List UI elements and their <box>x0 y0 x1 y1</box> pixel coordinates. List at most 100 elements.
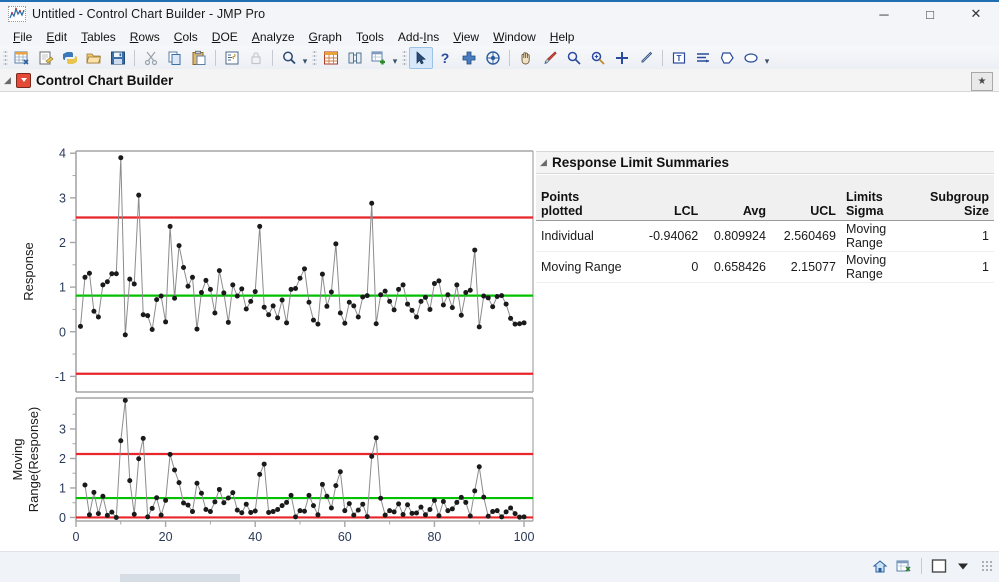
data-point[interactable] <box>190 509 195 514</box>
data-point[interactable] <box>320 272 325 277</box>
data-point[interactable] <box>360 502 365 507</box>
data-point[interactable] <box>275 507 280 512</box>
data-point[interactable] <box>522 320 527 325</box>
save-icon[interactable] <box>106 47 130 69</box>
data-point[interactable] <box>118 155 123 160</box>
columns-icon[interactable] <box>343 47 367 69</box>
data-point[interactable] <box>369 201 374 206</box>
data-point[interactable] <box>159 294 164 299</box>
data-point[interactable] <box>96 511 101 516</box>
data-point[interactable] <box>374 321 379 326</box>
data-point[interactable] <box>468 288 473 293</box>
data-point[interactable] <box>396 287 401 292</box>
data-point[interactable] <box>396 501 401 506</box>
toolbar-overflow-1[interactable]: ▾ <box>301 47 309 69</box>
data-point[interactable] <box>414 511 419 516</box>
data-point[interactable] <box>454 282 459 287</box>
data-point[interactable] <box>513 511 518 516</box>
data-point[interactable] <box>356 508 361 513</box>
data-point[interactable] <box>302 266 307 271</box>
data-point[interactable] <box>320 482 325 487</box>
data-point[interactable] <box>271 509 276 514</box>
home-icon[interactable] <box>870 557 890 575</box>
data-point[interactable] <box>347 300 352 305</box>
resize-grip[interactable] <box>981 560 993 572</box>
data-point[interactable] <box>383 289 388 294</box>
data-point[interactable] <box>338 311 343 316</box>
data-point[interactable] <box>172 467 177 472</box>
brush-select-icon[interactable] <box>481 47 505 69</box>
crosshairs-plus-icon[interactable] <box>610 47 634 69</box>
data-point[interactable] <box>356 315 361 320</box>
menu-tables[interactable]: Tables <box>74 29 123 45</box>
data-point[interactable] <box>513 322 518 327</box>
data-point[interactable] <box>154 495 159 500</box>
data-point[interactable] <box>383 513 388 518</box>
data-point[interactable] <box>190 275 195 280</box>
menu-addins[interactable]: Add-Ins <box>391 29 446 45</box>
data-point[interactable] <box>369 454 374 459</box>
data-point[interactable] <box>472 248 477 253</box>
data-point[interactable] <box>208 509 213 514</box>
data-point[interactable] <box>203 507 208 512</box>
data-point[interactable] <box>378 292 383 297</box>
data-point[interactable] <box>199 290 204 295</box>
data-point[interactable] <box>436 278 441 283</box>
data-point[interactable] <box>226 320 231 325</box>
data-point[interactable] <box>141 436 146 441</box>
data-point[interactable] <box>186 284 191 289</box>
data-point[interactable] <box>418 299 423 304</box>
crosshair-icon[interactable] <box>457 47 481 69</box>
grabber-hand-icon[interactable] <box>514 47 538 69</box>
data-point[interactable] <box>311 503 316 508</box>
data-point[interactable] <box>150 506 155 511</box>
data-point[interactable] <box>82 275 87 280</box>
new-data-table-icon[interactable] <box>10 47 34 69</box>
lines-icon[interactable] <box>691 47 715 69</box>
data-point[interactable] <box>127 478 132 483</box>
data-point[interactable] <box>486 514 491 519</box>
data-point[interactable] <box>495 508 500 513</box>
data-point[interactable] <box>132 512 137 517</box>
data-point[interactable] <box>109 510 114 515</box>
data-point[interactable] <box>504 509 509 514</box>
data-point[interactable] <box>427 507 432 512</box>
data-point[interactable] <box>262 462 267 467</box>
data-point[interactable] <box>459 313 464 318</box>
outline-triangle-icon[interactable]: ◢ <box>4 76 16 85</box>
data-point[interactable] <box>324 494 329 499</box>
data-point[interactable] <box>441 302 446 307</box>
dropdown-arrow-icon[interactable] <box>953 557 973 575</box>
data-point[interactable] <box>490 304 495 309</box>
data-point[interactable] <box>472 488 477 493</box>
text-annotate-icon[interactable]: T <box>667 47 691 69</box>
data-point[interactable] <box>432 281 437 286</box>
data-point[interactable] <box>235 294 240 299</box>
data-point[interactable] <box>177 243 182 248</box>
moving-range-chart[interactable]: 0123020406080100 <box>59 398 534 544</box>
data-point[interactable] <box>87 271 92 276</box>
data-point[interactable] <box>454 500 459 505</box>
annotate-pencil-icon[interactable] <box>634 47 658 69</box>
menu-help[interactable]: Help <box>543 29 582 45</box>
data-point[interactable] <box>401 512 406 517</box>
data-point[interactable] <box>203 278 208 283</box>
data-point[interactable] <box>405 302 410 307</box>
data-point[interactable] <box>499 514 504 519</box>
data-point[interactable] <box>477 464 482 469</box>
menu-view[interactable]: View <box>446 29 486 45</box>
data-point[interactable] <box>365 514 370 519</box>
open-icon[interactable] <box>82 47 106 69</box>
new-column-icon[interactable] <box>367 47 391 69</box>
data-point[interactable] <box>163 498 168 503</box>
data-point[interactable] <box>87 512 92 517</box>
data-point[interactable] <box>463 290 468 295</box>
data-point[interactable] <box>463 500 468 505</box>
data-point[interactable] <box>136 193 141 198</box>
table-row[interactable]: Individual-0.940620.8099242.560469Moving… <box>536 221 994 252</box>
data-point[interactable] <box>271 303 276 308</box>
data-point[interactable] <box>441 499 446 504</box>
data-point[interactable] <box>459 495 464 500</box>
data-point[interactable] <box>436 513 441 518</box>
data-point[interactable] <box>172 296 177 301</box>
